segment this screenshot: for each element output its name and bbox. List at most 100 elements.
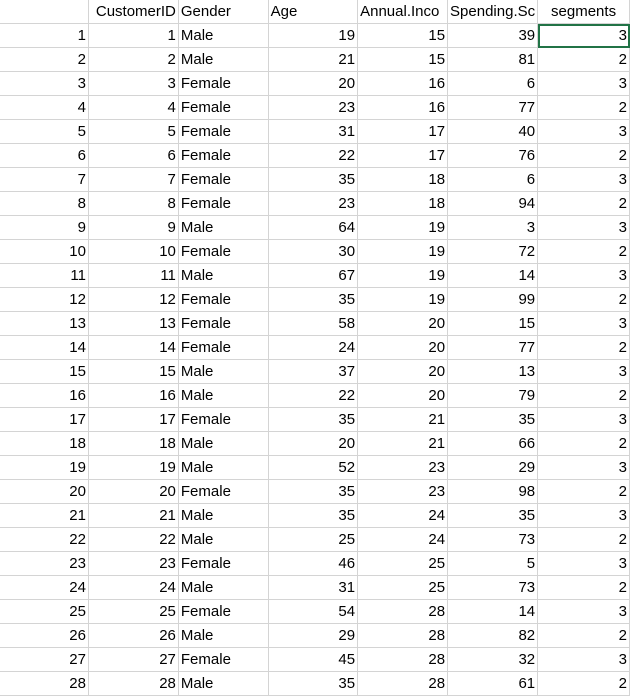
cell-customer-id[interactable]: 6 xyxy=(88,143,179,168)
cell-segments[interactable]: 2 xyxy=(537,47,630,72)
cell-customer-id[interactable]: 28 xyxy=(88,671,179,696)
cell-customer-id[interactable]: 13 xyxy=(88,311,179,336)
cell-gender[interactable]: Male xyxy=(178,431,269,456)
cell-segments[interactable]: 2 xyxy=(537,191,630,216)
cell-spending-score[interactable]: 15 xyxy=(447,311,539,336)
cell-spending-score[interactable]: 40 xyxy=(447,119,539,144)
cell-row-number[interactable]: 16 xyxy=(0,383,89,408)
cell-spending-score[interactable]: 73 xyxy=(447,527,539,552)
cell-gender[interactable]: Female xyxy=(178,551,269,576)
cell-annual-income[interactable]: 24 xyxy=(357,503,449,528)
cell-customer-id[interactable]: 16 xyxy=(88,383,179,408)
column-header-row-number[interactable] xyxy=(0,0,89,24)
cell-annual-income[interactable]: 28 xyxy=(357,647,449,672)
cell-age[interactable]: 35 xyxy=(268,287,359,312)
cell-segments[interactable]: 2 xyxy=(537,479,630,504)
cell-row-number[interactable]: 4 xyxy=(0,95,89,120)
cell-segments[interactable]: 2 xyxy=(537,527,630,552)
cell-segments[interactable]: 3 xyxy=(537,647,630,672)
cell-age[interactable]: 21 xyxy=(268,47,359,72)
cell-segments[interactable]: 2 xyxy=(537,671,630,696)
cell-age[interactable]: 31 xyxy=(268,575,359,600)
cell-row-number[interactable]: 6 xyxy=(0,143,89,168)
cell-gender[interactable]: Female xyxy=(178,479,269,504)
cell-customer-id[interactable]: 12 xyxy=(88,287,179,312)
cell-row-number[interactable]: 9 xyxy=(0,215,89,240)
cell-customer-id[interactable]: 2 xyxy=(88,47,179,72)
cell-age[interactable]: 35 xyxy=(268,167,359,192)
cell-spending-score[interactable]: 61 xyxy=(447,671,539,696)
cell-age[interactable]: 37 xyxy=(268,359,359,384)
cell-spending-score[interactable]: 5 xyxy=(447,551,539,576)
cell-segments[interactable]: 3 xyxy=(537,599,630,624)
cell-segments[interactable]: 3 xyxy=(537,359,630,384)
cell-row-number[interactable]: 13 xyxy=(0,311,89,336)
cell-spending-score[interactable]: 76 xyxy=(447,143,539,168)
cell-segments[interactable]: 3 xyxy=(537,407,630,432)
cell-gender[interactable]: Female xyxy=(178,647,269,672)
cell-spending-score[interactable]: 77 xyxy=(447,335,539,360)
cell-customer-id[interactable]: 19 xyxy=(88,455,179,480)
cell-row-number[interactable]: 5 xyxy=(0,119,89,144)
cell-customer-id[interactable]: 11 xyxy=(88,263,179,288)
cell-segments[interactable]: 3 xyxy=(537,119,630,144)
cell-customer-id[interactable]: 9 xyxy=(88,215,179,240)
cell-spending-score[interactable]: 13 xyxy=(447,359,539,384)
cell-age[interactable]: 46 xyxy=(268,551,359,576)
cell-gender[interactable]: Female xyxy=(178,239,269,264)
cell-row-number[interactable]: 22 xyxy=(0,527,89,552)
cell-segments[interactable]: 3 xyxy=(537,503,630,528)
cell-gender[interactable]: Female xyxy=(178,95,269,120)
cell-annual-income[interactable]: 23 xyxy=(357,455,449,480)
cell-segments[interactable]: 2 xyxy=(537,383,630,408)
cell-segments[interactable]: 3 xyxy=(537,167,630,192)
cell-annual-income[interactable]: 28 xyxy=(357,623,449,648)
cell-segments[interactable]: 2 xyxy=(537,575,630,600)
cell-age[interactable]: 20 xyxy=(268,71,359,96)
cell-annual-income[interactable]: 16 xyxy=(357,95,449,120)
cell-customer-id[interactable]: 7 xyxy=(88,167,179,192)
cell-annual-income[interactable]: 25 xyxy=(357,575,449,600)
cell-annual-income[interactable]: 19 xyxy=(357,287,449,312)
cell-row-number[interactable]: 2 xyxy=(0,47,89,72)
cell-age[interactable]: 23 xyxy=(268,95,359,120)
cell-segments[interactable]: 2 xyxy=(537,287,630,312)
cell-row-number[interactable]: 14 xyxy=(0,335,89,360)
cell-gender[interactable]: Male xyxy=(178,23,269,48)
cell-spending-score[interactable]: 82 xyxy=(447,623,539,648)
cell-gender[interactable]: Female xyxy=(178,167,269,192)
cell-gender[interactable]: Male xyxy=(178,527,269,552)
cell-annual-income[interactable]: 19 xyxy=(357,215,449,240)
cell-age[interactable]: 29 xyxy=(268,623,359,648)
cell-customer-id[interactable]: 10 xyxy=(88,239,179,264)
cell-age[interactable]: 30 xyxy=(268,239,359,264)
cell-segments[interactable]: 2 xyxy=(537,143,630,168)
cell-age[interactable]: 25 xyxy=(268,527,359,552)
cell-age[interactable]: 45 xyxy=(268,647,359,672)
cell-age[interactable]: 67 xyxy=(268,263,359,288)
cell-segments[interactable]: 3 xyxy=(537,263,630,288)
cell-annual-income[interactable]: 15 xyxy=(357,47,449,72)
cell-row-number[interactable]: 12 xyxy=(0,287,89,312)
cell-row-number[interactable]: 3 xyxy=(0,71,89,96)
cell-gender[interactable]: Female xyxy=(178,335,269,360)
cell-spending-score[interactable]: 32 xyxy=(447,647,539,672)
cell-spending-score[interactable]: 81 xyxy=(447,47,539,72)
cell-segments[interactable]: 2 xyxy=(537,623,630,648)
cell-spending-score[interactable]: 98 xyxy=(447,479,539,504)
cell-age[interactable]: 58 xyxy=(268,311,359,336)
cell-row-number[interactable]: 11 xyxy=(0,263,89,288)
cell-row-number[interactable]: 8 xyxy=(0,191,89,216)
cell-gender[interactable]: Male xyxy=(178,47,269,72)
cell-annual-income[interactable]: 28 xyxy=(357,671,449,696)
column-header-customer-id[interactable]: CustomerID xyxy=(88,0,179,24)
cell-gender[interactable]: Female xyxy=(178,191,269,216)
cell-segments[interactable]: 2 xyxy=(537,95,630,120)
cell-annual-income[interactable]: 18 xyxy=(357,191,449,216)
cell-age[interactable]: 64 xyxy=(268,215,359,240)
cell-spending-score[interactable]: 3 xyxy=(447,215,539,240)
cell-annual-income[interactable]: 24 xyxy=(357,527,449,552)
cell-row-number[interactable]: 1 xyxy=(0,23,89,48)
cell-customer-id[interactable]: 17 xyxy=(88,407,179,432)
cell-gender[interactable]: Female xyxy=(178,71,269,96)
